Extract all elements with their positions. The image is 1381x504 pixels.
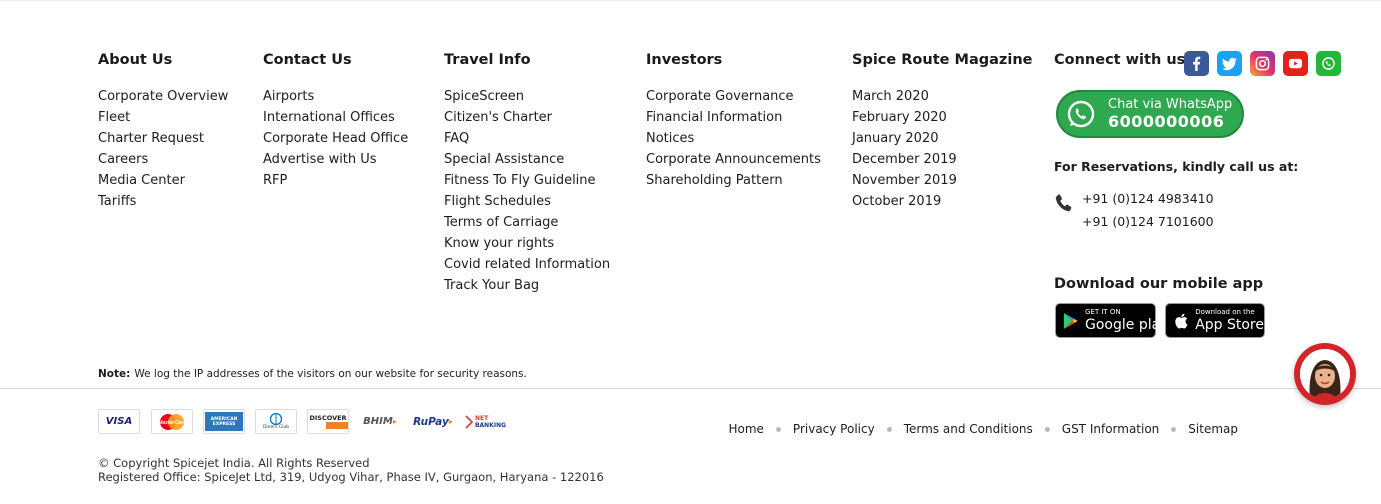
footer-link-citizens-charter[interactable]: Citizen's Charter: [444, 107, 610, 128]
whatsapp-chat-button[interactable]: Chat via WhatsApp 6000000006: [1056, 90, 1244, 138]
footer-link-advertise[interactable]: Advertise with Us: [263, 149, 408, 170]
footer-link-careers[interactable]: Careers: [98, 149, 228, 170]
bhim-logo: BHIM ▸: [363, 416, 397, 427]
separator-dot: [886, 426, 892, 432]
magazine-link-february-2020[interactable]: February 2020: [852, 107, 1032, 128]
chat-assistant-avatar[interactable]: [1294, 343, 1356, 405]
google-play-button[interactable]: GET IT ON Google play: [1055, 303, 1168, 338]
google-play-icon: [1063, 311, 1079, 331]
separator-dot: [1171, 426, 1177, 432]
app-store-small-text: Download on the: [1195, 308, 1255, 316]
column-heading: Travel Info: [444, 52, 531, 68]
column-heading: About Us: [98, 52, 173, 68]
footer-link-fitness-to-fly[interactable]: Fitness To Fly Guideline: [444, 170, 610, 191]
footer-link-shareholding-pattern[interactable]: Shareholding Pattern: [646, 170, 821, 191]
footer-link-corporate-announcements[interactable]: Corporate Announcements: [646, 149, 821, 170]
footer-link-international-offices[interactable]: International Offices: [263, 107, 408, 128]
reservation-phone-1[interactable]: +91 (0)124 4983410: [1082, 191, 1214, 206]
amex-logo: AMERICAN EXPRESS: [203, 409, 245, 434]
footer-column-magazine: Spice Route Magazine March 2020 February…: [852, 52, 1032, 212]
whatsapp-chat-label: Chat via WhatsApp: [1108, 97, 1233, 112]
footer-link-fleet[interactable]: Fleet: [98, 107, 228, 128]
copyright-text: © Copyright Spicejet India. All Rights R…: [98, 456, 370, 470]
google-play-big-text: Google play: [1085, 317, 1169, 333]
footer-divider: [0, 388, 1381, 389]
discover-logo: DISCOVER: [307, 409, 349, 434]
download-app-heading: Download our mobile app: [1054, 276, 1264, 292]
magazine-link-december-2019[interactable]: December 2019: [852, 149, 1032, 170]
registered-office-text: Registered Office: SpiceJet Ltd, 319, Ud…: [98, 470, 604, 484]
footer-link-corporate-governance[interactable]: Corporate Governance: [646, 86, 821, 107]
visa-logo: VISA: [98, 409, 140, 434]
footer-column-investors: Investors Corporate Governance Financial…: [646, 52, 821, 191]
footer-link-media-center[interactable]: Media Center: [98, 170, 228, 191]
svg-text:MasterCard: MasterCard: [158, 420, 186, 426]
footer-link-special-assistance[interactable]: Special Assistance: [444, 149, 610, 170]
footer-link-corporate-head-office[interactable]: Corporate Head Office: [263, 128, 408, 149]
magazine-link-january-2020[interactable]: January 2020: [852, 128, 1032, 149]
footer-link-corporate-overview[interactable]: Corporate Overview: [98, 86, 228, 107]
netbanking-logo: NET BANKING: [462, 409, 508, 434]
footer-link-gst-information[interactable]: GST Information: [1062, 422, 1160, 436]
magazine-link-october-2019[interactable]: October 2019: [852, 191, 1032, 212]
separator-dot: [1044, 426, 1050, 432]
column-heading: Investors: [646, 52, 723, 68]
apple-icon: [1173, 311, 1189, 331]
footer-link-notices[interactable]: Notices: [646, 128, 821, 149]
footer-link-financial-information[interactable]: Financial Information: [646, 107, 821, 128]
copyright-block: © Copyright Spicejet India. All Rights R…: [98, 456, 604, 484]
twitter-icon[interactable]: [1217, 51, 1242, 76]
rupay-logo: RuPay ▸: [413, 415, 453, 428]
footer-link-terms-of-carriage[interactable]: Terms of Carriage: [444, 212, 610, 233]
instagram-icon[interactable]: [1250, 51, 1275, 76]
top-divider: [0, 0, 1381, 1]
whatsapp-number: 6000000006: [1108, 112, 1225, 131]
footer-link-rfp[interactable]: RFP: [263, 170, 408, 191]
footer-column-contact-us: Contact Us Airports International Office…: [263, 52, 408, 191]
app-store-button[interactable]: Download on the App Store: [1165, 303, 1265, 338]
security-note: Note: We log the IP addresses of the visi…: [98, 368, 527, 380]
footer-link-privacy-policy[interactable]: Privacy Policy: [793, 422, 875, 436]
note-label: Note:: [98, 368, 131, 380]
youtube-icon[interactable]: [1283, 51, 1308, 76]
footer-link-flight-schedules[interactable]: Flight Schedules: [444, 191, 610, 212]
footer-link-faq[interactable]: FAQ: [444, 128, 610, 149]
note-text: We log the IP addresses of the visitors …: [134, 368, 527, 380]
magazine-link-november-2019[interactable]: November 2019: [852, 170, 1032, 191]
phone-icon: [1054, 193, 1074, 213]
footer-link-terms-and-conditions[interactable]: Terms and Conditions: [904, 422, 1033, 436]
footer-link-spicescreen[interactable]: SpiceScreen: [444, 86, 610, 107]
reservation-phone-2[interactable]: +91 (0)124 7101600: [1082, 214, 1214, 229]
diners-club-logo: Diners Club: [255, 409, 297, 434]
magazine-link-march-2020[interactable]: March 2020: [852, 86, 1032, 107]
footer-link-airports[interactable]: Airports: [263, 86, 408, 107]
footer-link-charter-request[interactable]: Charter Request: [98, 128, 228, 149]
footer-link-covid-info[interactable]: Covid related Information: [444, 254, 610, 275]
footer-column-travel-info: Travel Info SpiceScreen Citizen's Charte…: [444, 52, 610, 296]
footer-link-track-your-bag[interactable]: Track Your Bag: [444, 275, 610, 296]
reservations-heading: For Reservations, kindly call us at:: [1054, 159, 1299, 174]
whatsapp-icon[interactable]: [1316, 51, 1341, 76]
footer-link-know-your-rights[interactable]: Know your rights: [444, 233, 610, 254]
whatsapp-logo-icon: [1064, 97, 1098, 131]
separator-dot: [775, 426, 781, 432]
column-heading: Spice Route Magazine: [852, 52, 1033, 68]
footer-bottom-nav: Home Privacy Policy Terms and Conditions…: [728, 422, 1238, 436]
footer-link-sitemap[interactable]: Sitemap: [1188, 422, 1238, 436]
connect-heading: Connect with us: [1054, 52, 1186, 68]
column-heading: Contact Us: [263, 52, 352, 68]
footer-column-about-us: About Us Corporate Overview Fleet Charte…: [98, 52, 228, 212]
assistant-face-icon: [1300, 349, 1350, 399]
app-store-big-text: App Store: [1195, 317, 1264, 333]
footer-link-tariffs[interactable]: Tariffs: [98, 191, 228, 212]
footer-link-home[interactable]: Home: [728, 422, 763, 436]
mastercard-logo: MasterCard: [151, 409, 193, 434]
google-play-small-text: GET IT ON: [1085, 308, 1121, 316]
facebook-icon[interactable]: [1184, 51, 1209, 76]
